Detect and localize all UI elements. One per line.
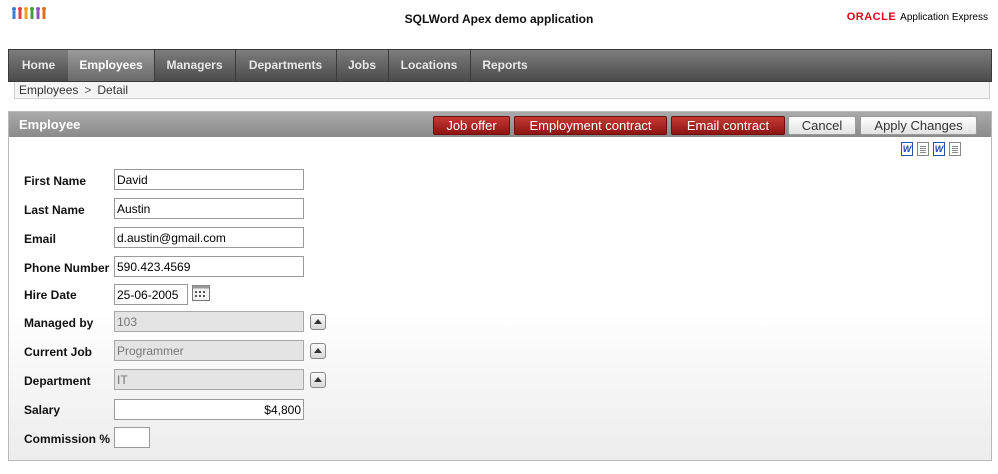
hire-date-label: Hire Date [24, 288, 77, 302]
apply-changes-button[interactable]: Apply Changes [860, 116, 977, 135]
department-field [114, 369, 304, 390]
breadcrumb-current: Detail [97, 83, 129, 97]
last-name-label: Last Name [24, 203, 85, 217]
phone-number-field[interactable] [114, 256, 304, 277]
tab-locations[interactable]: Locations [388, 50, 471, 81]
last-name-field[interactable] [114, 198, 304, 219]
current-job-field [114, 340, 304, 361]
managed-by-label: Managed by [24, 316, 94, 330]
job-offer-button[interactable]: Job offer [433, 116, 510, 135]
managed-by-field [114, 311, 304, 332]
oracle-logo: ORACLE Application Express [847, 11, 988, 23]
region-header: Employee Job offer Employment contract E… [9, 112, 991, 137]
department-label: Department [24, 374, 91, 388]
hire-date-field[interactable] [114, 284, 188, 305]
breadcrumb-separator: > [84, 83, 92, 97]
first-name-field[interactable] [114, 169, 304, 190]
current-job-lov-button[interactable] [310, 343, 326, 359]
word-icon[interactable]: W [933, 142, 945, 156]
tab-jobs[interactable]: Jobs [336, 50, 389, 81]
email-label: Email [24, 232, 57, 246]
current-job-label: Current Job [24, 345, 93, 359]
tab-bar: Home Employees Managers Departments Jobs… [8, 49, 992, 82]
text-file-icon[interactable] [917, 142, 929, 156]
employment-contract-button[interactable]: Employment contract [514, 116, 667, 135]
commission-field[interactable] [114, 427, 150, 448]
region-title: Employee [19, 117, 81, 132]
calendar-icon[interactable] [192, 284, 210, 301]
tab-home[interactable]: Home [9, 50, 69, 81]
email-field[interactable] [114, 227, 304, 248]
commission-label: Commission % [24, 432, 111, 446]
tab-managers[interactable]: Managers [154, 50, 236, 81]
managed-by-lov-button[interactable] [310, 314, 326, 330]
word-icon[interactable]: W [901, 142, 913, 156]
salary-label: Salary [24, 403, 61, 417]
email-contract-button[interactable]: Email contract [671, 116, 785, 135]
first-name-label: First Name [24, 174, 87, 188]
oracle-product: Application Express [900, 12, 988, 23]
phone-number-label: Phone Number [24, 261, 110, 275]
text-file-icon[interactable] [949, 142, 961, 156]
document-icons: W W [901, 142, 971, 156]
department-lov-button[interactable] [310, 372, 326, 388]
tab-employees[interactable]: Employees [68, 50, 155, 81]
salary-field[interactable] [114, 399, 304, 420]
oracle-brand: ORACLE [846, 11, 897, 23]
cancel-button[interactable]: Cancel [788, 116, 856, 135]
employee-region: Employee Job offer Employment contract E… [8, 111, 992, 461]
tab-departments[interactable]: Departments [235, 50, 337, 81]
breadcrumb-employees[interactable]: Employees [19, 83, 78, 97]
breadcrumb: Employees > Detail [14, 82, 990, 99]
tab-reports[interactable]: Reports [470, 50, 540, 81]
